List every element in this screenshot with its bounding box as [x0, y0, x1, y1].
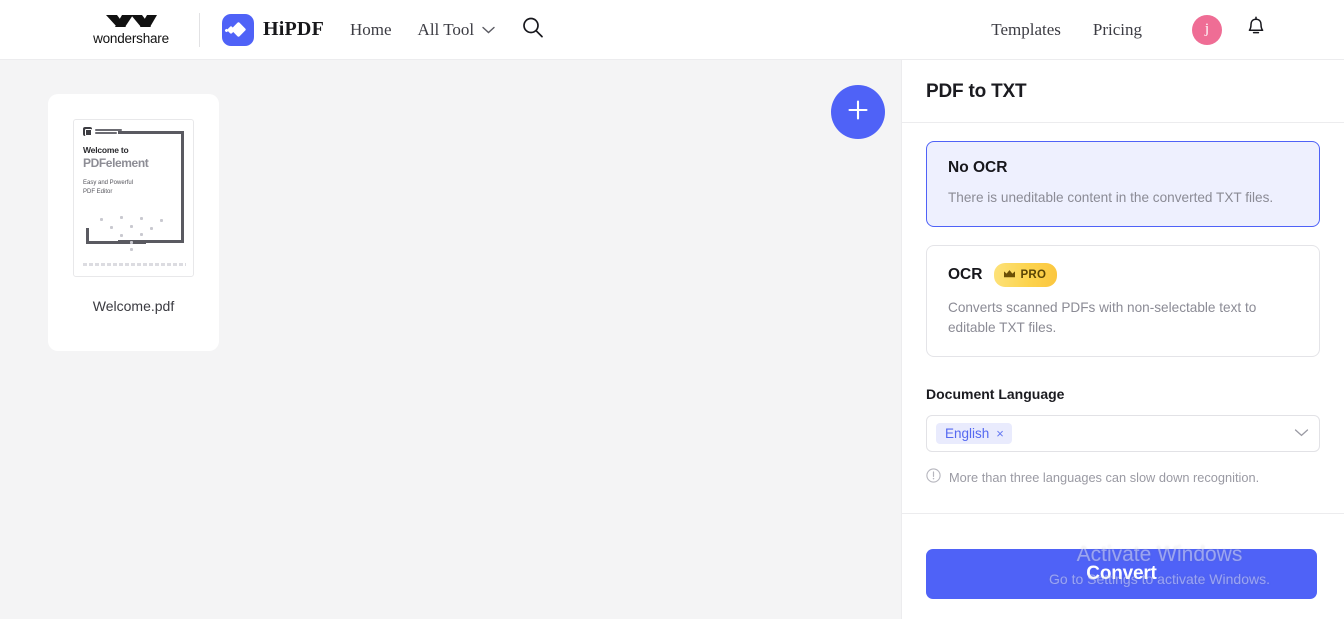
thumbnail-heading-2: PDFelement — [83, 156, 149, 170]
language-chip-label: English — [945, 425, 990, 441]
option-card-ocr[interactable]: OCR PRO Converts scanned PDFs with non-s… — [926, 245, 1320, 357]
nav-item-pricing[interactable]: Pricing — [1093, 20, 1142, 40]
header-divider — [199, 12, 200, 47]
file-name: Welcome.pdf — [92, 298, 175, 314]
hipdf-app: wondershare HiPDF Home All Tool Template… — [0, 0, 1344, 619]
nav-item-all-tool[interactable]: All Tool — [418, 20, 496, 40]
options-panel: PDF to TXT No OCR There is uneditable co… — [901, 60, 1344, 619]
thumbnail-sub-1: Easy and Powerful — [83, 180, 134, 186]
nav-item-all-tool-label: All Tool — [417, 19, 475, 39]
option-title-no-ocr: No OCR — [948, 159, 1008, 176]
pro-badge-label: PRO — [1020, 269, 1047, 282]
file-thumbnail: Welcome to PDFelement Easy and Powerful … — [73, 119, 194, 277]
nav-item-templates[interactable]: Templates — [991, 20, 1061, 40]
document-language-label: Document Language — [926, 385, 1065, 402]
nav-item-home[interactable]: Home — [350, 20, 392, 40]
document-language-select[interactable]: English × — [926, 414, 1320, 452]
option-description-ocr: Converts scanned PDFs with non-selectabl… — [948, 300, 1257, 335]
wondershare-brand[interactable]: wondershare — [85, 13, 177, 46]
thumbnail-logo — [83, 127, 187, 136]
pro-badge: PRO — [994, 263, 1058, 288]
option-description-no-ocr: There is uneditable content in the conve… — [948, 190, 1274, 205]
hipdf-logo-icon[interactable] — [222, 13, 254, 46]
language-hint-text: More than three languages can slow down … — [949, 470, 1260, 486]
option-card-no-ocr[interactable]: No OCR There is uneditable content in th… — [926, 141, 1320, 228]
search-button[interactable] — [521, 16, 544, 44]
wondershare-wordmark: wondershare — [93, 31, 169, 46]
language-dropdown-caret[interactable] — [1294, 424, 1309, 442]
option-title-ocr: OCR — [948, 266, 983, 284]
info-icon — [926, 468, 941, 488]
file-card[interactable]: Welcome to PDFelement Easy and Powerful … — [48, 94, 219, 351]
convert-button-label: Convert — [1086, 563, 1157, 584]
panel-footer-divider — [902, 513, 1344, 514]
language-chip-remove-icon[interactable]: × — [996, 427, 1004, 440]
bell-icon — [1246, 16, 1266, 43]
chevron-down-icon — [1294, 424, 1309, 442]
avatar[interactable]: j — [1192, 14, 1222, 45]
thumbnail-dot-pattern — [96, 216, 174, 251]
wondershare-logo-icon — [104, 13, 158, 30]
language-hint: More than three languages can slow down … — [926, 468, 1320, 488]
language-chip-english[interactable]: English × — [936, 422, 1012, 444]
crown-icon — [1003, 266, 1016, 284]
thumbnail-footer-text — [83, 263, 186, 266]
notifications-button[interactable] — [1246, 16, 1266, 43]
top-header: wondershare HiPDF Home All Tool Template… — [0, 0, 1344, 60]
search-icon — [521, 16, 544, 44]
chevron-down-icon — [474, 26, 495, 34]
hipdf-app-name[interactable]: HiPDF — [263, 18, 324, 41]
add-file-button[interactable] — [831, 85, 885, 139]
header-right-group: Templates Pricing j — [991, 14, 1266, 45]
panel-title: PDF to TXT — [926, 81, 1027, 102]
workspace: Welcome to PDFelement Easy and Powerful … — [0, 60, 901, 619]
convert-button[interactable]: Convert — [926, 549, 1317, 599]
thumbnail-heading-1: Welcome to — [83, 145, 129, 155]
panel-title-divider — [902, 122, 1344, 123]
plus-icon — [845, 97, 871, 128]
avatar-initial: j — [1204, 21, 1210, 37]
thumbnail-sub-2: PDF Editor — [83, 188, 113, 195]
